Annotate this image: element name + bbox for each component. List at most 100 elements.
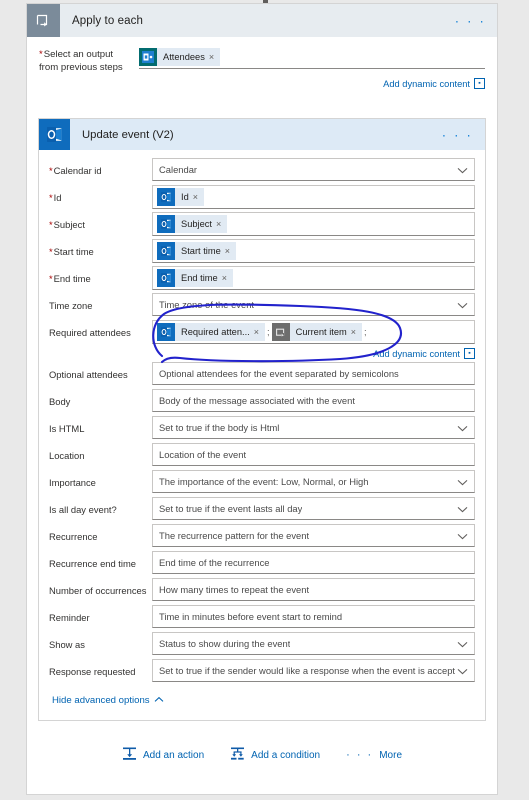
field-label: Reminder — [49, 612, 90, 623]
field-row-start-time: *Start time Start time × — [49, 239, 475, 265]
chevron-down-icon[interactable] — [457, 302, 468, 308]
update-event-menu-button[interactable]: · · · — [442, 128, 473, 141]
field-label: *End time — [49, 266, 152, 285]
token-label: Required atten... — [181, 327, 250, 337]
token-attendees[interactable]: Attendees × — [139, 47, 221, 66]
update-event-header[interactable]: Update event (V2) · · · — [39, 119, 485, 150]
field-row-recurrence: Recurrence The recurrence pattern for the… — [49, 524, 475, 550]
field-input-required-attendees[interactable]: Required atten... × ; Current item × ; — [152, 320, 475, 344]
field-input[interactable]: Calendar — [152, 158, 475, 181]
token-label: Start time — [181, 246, 221, 256]
field-value: Set to true if the event lasts all day — [159, 503, 303, 514]
field-row-reminder: Reminder Time in minutes before event sta… — [49, 605, 475, 631]
field-label: Location — [49, 450, 85, 461]
field-row-end-time: *End time End time × — [49, 266, 475, 292]
field-label: Importance — [49, 477, 96, 488]
field-value: How many times to repeat the event — [159, 584, 310, 595]
token-remove-icon[interactable]: × — [193, 192, 204, 202]
required-indicator: * — [49, 273, 53, 284]
select-output-label: *Select an output from previous steps — [39, 47, 139, 74]
hide-advanced-options-button[interactable]: Hide advanced options — [49, 686, 475, 714]
select-output-input[interactable]: Attendees × — [139, 47, 485, 69]
token-current-item[interactable]: Current item × — [271, 323, 363, 341]
add-dynamic-content-attendees[interactable]: Add dynamic content ▪ — [49, 348, 475, 359]
field-value: Location of the event — [159, 449, 247, 460]
token-label: End time — [181, 273, 218, 283]
field-row-number-of-occurrences: Number of occurrences How many times to r… — [49, 578, 475, 604]
field-input[interactable]: Body of the message associated with the … — [152, 389, 475, 412]
more-dots-icon: · · · — [346, 748, 374, 761]
field-input[interactable]: Subject × — [152, 212, 475, 236]
token[interactable]: Subject × — [157, 215, 228, 233]
token-remove-icon[interactable]: × — [222, 273, 233, 283]
token-required-attendees[interactable]: Required atten... × — [157, 323, 266, 341]
field-row-show-as: Show as Status to show during the event — [49, 632, 475, 658]
field-value: Time in minutes before event start to re… — [159, 611, 343, 622]
field-label-text: Subject — [53, 219, 85, 230]
field-value: Time zone of the event — [159, 299, 255, 310]
field-label-text: Calendar id — [53, 165, 102, 176]
more-label: More — [379, 749, 403, 761]
field-row-subject: *Subject Subject × — [49, 212, 475, 238]
more-button[interactable]: · · · More — [346, 748, 403, 761]
field-input[interactable]: End time of the recurrence — [152, 551, 475, 574]
field-input[interactable]: Id × — [152, 185, 475, 209]
apply-to-each-header[interactable]: Apply to each · · · — [27, 4, 497, 37]
field-input[interactable]: How many times to repeat the event — [152, 578, 475, 601]
chevron-down-icon[interactable] — [457, 668, 468, 674]
token-remove-icon[interactable]: × — [225, 246, 236, 256]
token-remove-icon[interactable]: × — [209, 52, 220, 62]
required-indicator: * — [49, 165, 53, 176]
token[interactable]: Id × — [157, 188, 205, 206]
chevron-down-icon[interactable] — [457, 425, 468, 431]
token-separator: ; — [364, 327, 367, 337]
field-input[interactable]: Time in minutes before event start to re… — [152, 605, 475, 628]
add-an-action-button[interactable]: Add an action — [122, 746, 204, 764]
field-label-text: Id — [53, 192, 62, 203]
token-remove-icon[interactable]: × — [351, 327, 362, 337]
add-a-condition-label: Add a condition — [251, 749, 321, 761]
field-label: Time zone — [49, 300, 93, 311]
outlook-icon — [157, 323, 175, 341]
update-event-fields-bottom: Optional attendees Optional attendees for… — [49, 362, 475, 685]
field-value: Set to true if the sender would like a r… — [159, 665, 456, 676]
field-label: Response requested — [49, 666, 136, 677]
field-input[interactable]: Set to true if the sender would like a r… — [152, 659, 475, 682]
field-input[interactable]: Location of the event — [152, 443, 475, 466]
chevron-down-icon[interactable] — [457, 641, 468, 647]
field-label: Optional attendees — [49, 369, 128, 380]
chevron-down-icon[interactable] — [457, 479, 468, 485]
add-dynamic-content-icon[interactable]: ▪ — [474, 78, 485, 89]
field-label: Recurrence end time — [49, 558, 137, 569]
field-input[interactable]: Set to true if the body is Html — [152, 416, 475, 439]
add-a-condition-button[interactable]: Add a condition — [230, 746, 320, 764]
field-input[interactable]: Optional attendees for the event separat… — [152, 362, 475, 385]
add-dynamic-content-label[interactable]: Add dynamic content — [373, 349, 460, 359]
field-row-optional-attendees: Optional attendees Optional attendees for… — [49, 362, 475, 388]
field-input[interactable]: Status to show during the event — [152, 632, 475, 655]
field-row-is-all-day-event: Is all day event? Set to true if the even… — [49, 497, 475, 523]
chevron-down-icon[interactable] — [457, 167, 468, 173]
chevron-down-icon[interactable] — [457, 506, 468, 512]
field-input[interactable]: Start time × — [152, 239, 475, 263]
token-remove-icon[interactable]: × — [216, 219, 227, 229]
token[interactable]: End time × — [157, 269, 233, 287]
field-input[interactable]: The recurrence pattern for the event — [152, 524, 475, 547]
field-input[interactable]: End time × — [152, 266, 475, 290]
apply-to-each-menu-button[interactable]: · · · — [455, 14, 486, 27]
field-input[interactable]: The importance of the event: Low, Normal… — [152, 470, 475, 493]
field-input[interactable]: Set to true if the event lasts all day — [152, 497, 475, 520]
add-dynamic-content-loop[interactable]: Add dynamic content ▪ — [39, 78, 485, 89]
token-label: Current item — [295, 327, 347, 337]
add-dynamic-content-icon[interactable]: ▪ — [464, 348, 475, 359]
update-event-action-card: Update event (V2) · · · *Calendar id Cale… — [38, 118, 486, 721]
token-label: Id — [181, 192, 189, 202]
add-dynamic-content-label[interactable]: Add dynamic content — [383, 79, 470, 89]
token[interactable]: Start time × — [157, 242, 237, 260]
token-remove-icon[interactable]: × — [254, 327, 265, 337]
field-value: Set to true if the body is Html — [159, 422, 280, 433]
field-input[interactable]: Time zone of the event — [152, 293, 475, 316]
chevron-down-icon[interactable] — [457, 533, 468, 539]
field-label: Number of occurrences — [49, 585, 147, 596]
token-label: Subject — [181, 219, 213, 229]
